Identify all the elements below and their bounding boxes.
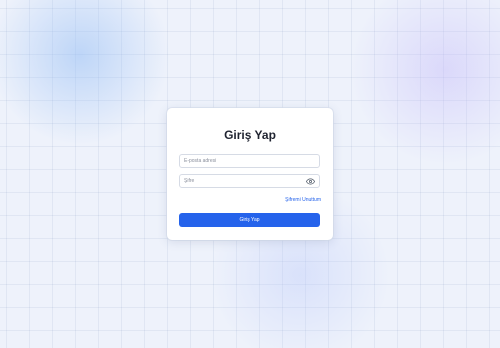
- password-field[interactable]: [179, 174, 320, 188]
- eye-icon[interactable]: [306, 177, 315, 186]
- login-title: Giriş Yap: [224, 128, 276, 142]
- page-background: Giriş Yap Şifremi Unuttum Giriş Yap: [0, 0, 500, 348]
- email-field[interactable]: [179, 154, 320, 168]
- email-input[interactable]: [184, 155, 315, 167]
- password-input[interactable]: [184, 175, 315, 187]
- login-card: Giriş Yap Şifremi Unuttum Giriş Yap: [167, 108, 333, 240]
- login-button[interactable]: Giriş Yap: [179, 213, 320, 227]
- forgot-password-link[interactable]: Şifremi Unuttum: [285, 197, 321, 203]
